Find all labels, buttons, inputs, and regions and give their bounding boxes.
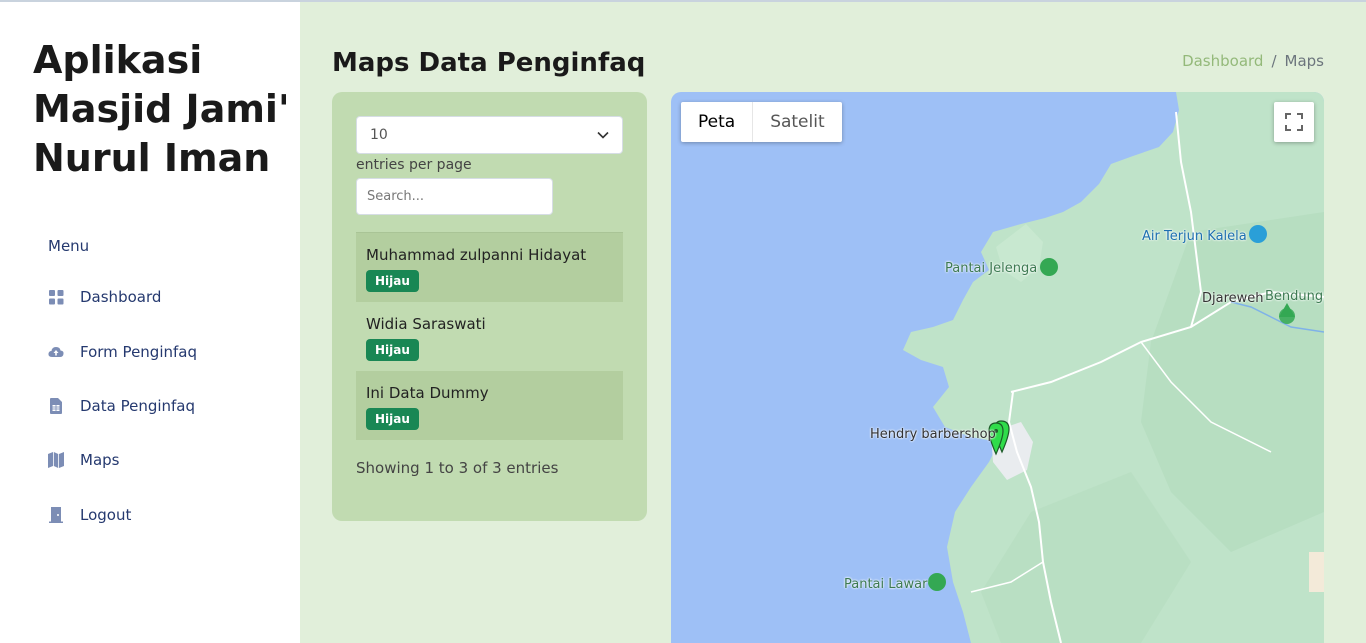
sidebar-item-form-penginfaq[interactable]: Form Penginfaq [32, 332, 272, 372]
chevron-down-icon [597, 131, 609, 139]
page-title: Maps Data Penginfaq [332, 48, 646, 78]
status-badge: Hijau [366, 339, 419, 361]
per-page-label: entries per page [356, 157, 472, 173]
sidebar-item-maps[interactable]: Maps [32, 440, 272, 480]
breadcrumb-separator: / [1271, 52, 1277, 70]
table-row[interactable]: Widia Saraswati Hijau [356, 302, 623, 371]
fullscreen-icon [1285, 113, 1303, 131]
map-label-bendunga: Bendunga [1265, 289, 1324, 304]
map-icon [48, 452, 64, 468]
sidebar-item-data-penginfaq[interactable]: Data Penginfaq [32, 386, 272, 426]
status-badge: Hijau [366, 270, 419, 292]
per-page-select[interactable]: 10 [356, 116, 623, 154]
data-list: Muhammad zulpanni Hidayat Hijau Widia Sa… [356, 232, 623, 440]
sidebar-item-label: Dashboard [80, 288, 162, 306]
map-type-control: Peta Satelit [681, 102, 842, 142]
app-title: Aplikasi Masjid Jami' Nurul Iman [33, 38, 290, 180]
table-row[interactable]: Ini Data Dummy Hijau [356, 371, 623, 440]
map-label-pantai-jelenga: Pantai Jelenga [945, 261, 1038, 276]
door-icon [48, 507, 64, 523]
map-type-peta-button[interactable]: Peta [681, 102, 752, 142]
sidebar-item-label: Maps [80, 451, 120, 469]
sidebar-item-label: Logout [80, 506, 132, 524]
menu-title: Menu [48, 237, 90, 255]
grid-icon [48, 289, 64, 305]
map-label-djareweh: Djareweh [1202, 291, 1264, 306]
row-name: Ini Data Dummy [366, 384, 489, 402]
map-view[interactable]: Air Terjun Kalela Pantai Jelenga Djarewe… [671, 92, 1324, 643]
fullscreen-button[interactable] [1274, 102, 1314, 142]
spreadsheet-icon [48, 398, 64, 414]
data-table-card: 10 entries per page Muhammad zulpanni Hi… [332, 92, 647, 521]
map-label-hendry-barbershop: Hendry barbershop [870, 427, 996, 442]
breadcrumb-current: Maps [1284, 52, 1324, 70]
map-type-satelit-button[interactable]: Satelit [752, 102, 841, 142]
row-name: Muhammad zulpanni Hidayat [366, 246, 587, 264]
table-row[interactable]: Muhammad zulpanni Hidayat Hijau [356, 233, 623, 302]
map-terrain [903, 92, 1324, 643]
status-badge: Hijau [366, 408, 419, 430]
search-input[interactable] [356, 178, 553, 215]
sidebar-item-label: Form Penginfaq [80, 343, 197, 361]
map-label-pantai-lawar: Pantai Lawar [844, 577, 928, 592]
sidebar-item-dashboard[interactable]: Dashboard [32, 277, 272, 317]
breadcrumb-dashboard-link[interactable]: Dashboard [1182, 52, 1263, 70]
breadcrumb: Dashboard / Maps [1182, 52, 1324, 70]
cloud-upload-icon [48, 344, 64, 360]
row-name: Widia Saraswati [366, 315, 486, 333]
map-label-air-terjun: Air Terjun Kalela [1142, 229, 1247, 244]
sidebar-item-logout[interactable]: Logout [32, 495, 272, 535]
sidebar: Aplikasi Masjid Jami' Nurul Iman Menu Da… [0, 2, 300, 643]
sidebar-item-label: Data Penginfaq [80, 397, 196, 415]
table-info: Showing 1 to 3 of 3 entries [356, 459, 559, 477]
per-page-value: 10 [370, 127, 388, 143]
